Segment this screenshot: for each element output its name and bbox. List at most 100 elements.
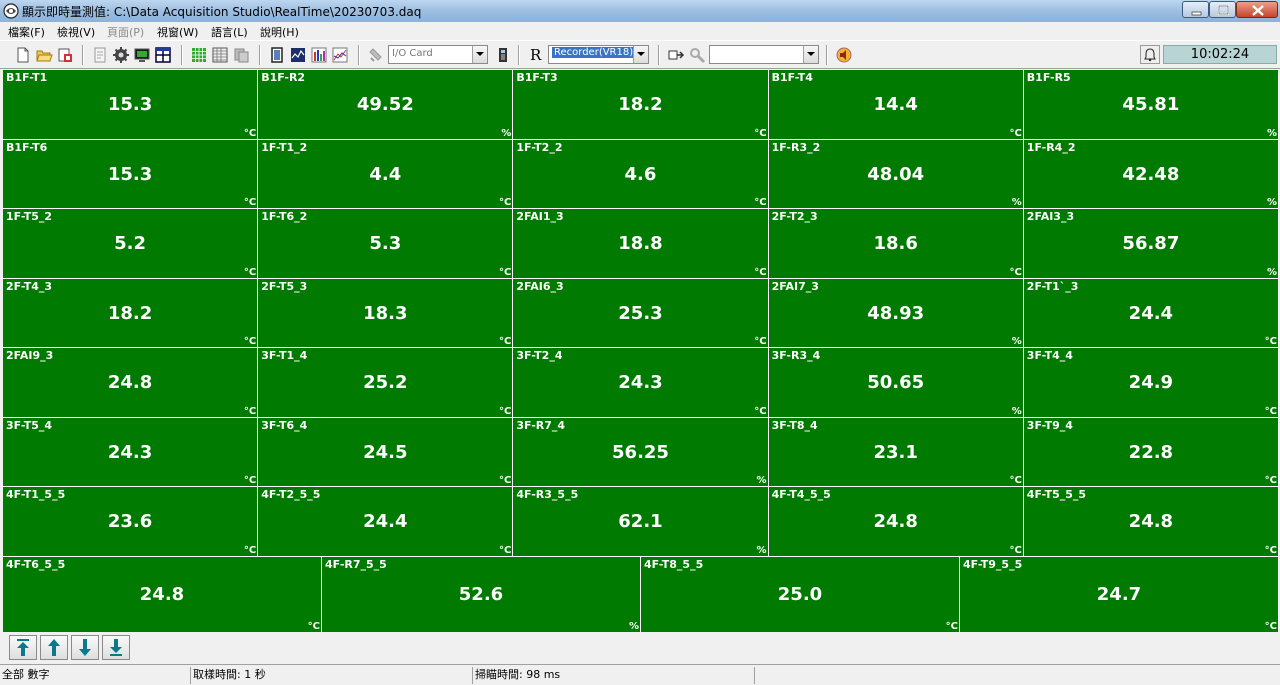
channel-tile[interactable]: 3F-T8_4 23.1 °C <box>768 417 1023 486</box>
recorder-select[interactable]: Recorder(VR18) <box>548 45 649 64</box>
trend-chart-icon[interactable] <box>289 46 307 64</box>
status-empty-panel <box>754 667 1280 684</box>
channel-tile[interactable]: 2F-T1`_3 24.4 °C <box>1023 278 1278 347</box>
next-page-button[interactable] <box>71 635 99 660</box>
channel-value: 24.7 <box>1096 583 1142 605</box>
channel-value: 18.2 <box>107 302 153 324</box>
channel-unit: °C <box>1264 621 1277 632</box>
channel-tile[interactable]: 1F-R4_2 42.48% <box>1023 139 1278 208</box>
bar-graph-icon[interactable] <box>310 46 328 64</box>
channel-tile[interactable]: 2F-T5_3 18.3 °C <box>258 278 513 347</box>
channel-unit: °C <box>754 197 767 208</box>
channel-name: B1F-T4 <box>771 71 813 84</box>
channel-select[interactable] <box>709 45 819 64</box>
device-icon[interactable] <box>494 46 512 64</box>
channel-tile[interactable]: 3F-T5_4 24.3 °C <box>3 417 258 486</box>
channel-tile[interactable]: 2F-T4_3 18.2 °C <box>3 278 258 347</box>
channel-tile[interactable]: B1F-T1 15.3 °C <box>3 70 258 139</box>
channel-tile[interactable]: 4F-T1_5_5 23.6 °C <box>3 487 258 556</box>
channel-value: 14.4 <box>873 94 918 115</box>
list-view-icon[interactable] <box>211 46 229 64</box>
channel-tile[interactable]: 1F-T6_2 5.3 °C <box>258 209 513 278</box>
channel-tile[interactable]: 2FAI7_3 48.93% <box>768 278 1023 347</box>
channel-value: 15.3 <box>107 163 153 185</box>
channel-unit: °C <box>499 266 512 278</box>
menu-file[interactable]: 檔案(F) <box>8 24 45 40</box>
channel-tile[interactable]: 3F-T2_4 24.3 °C <box>513 348 768 417</box>
open-folder-icon[interactable] <box>35 46 53 64</box>
maximize-button[interactable] <box>1209 1 1236 18</box>
channel-tile[interactable]: 2FAI3_3 56.87% <box>1023 209 1278 278</box>
menu-page[interactable]: 頁面(P) <box>107 24 144 40</box>
channel-name: 3F-T6_4 <box>261 418 308 432</box>
channel-tile[interactable]: B1F-T6 15.3 °C <box>3 139 258 208</box>
menu-language[interactable]: 語言(L) <box>211 24 248 40</box>
io-card-icon[interactable] <box>367 46 385 64</box>
table-layout-icon[interactable] <box>154 46 172 64</box>
channel-unit: °C <box>1009 544 1022 556</box>
channel-tile[interactable]: 2F-T2_3 18.6 °C <box>768 209 1023 278</box>
channel-value: 18.2 <box>618 94 663 115</box>
channel-tile[interactable]: 4F-T8_5_5 25.0 °C <box>641 556 959 632</box>
channel-tile[interactable]: 4F-T6_5_5 24.8 °C <box>3 556 321 632</box>
xy-graph-icon[interactable] <box>331 46 349 64</box>
channel-tile[interactable]: 4F-T9_5_5 24.7 °C <box>960 556 1278 632</box>
channel-tile[interactable]: B1F-T3 18.2 °C <box>513 70 768 139</box>
channel-tile[interactable]: 3F-T9_4 22.8 °C <box>1023 417 1278 486</box>
channel-tile[interactable]: 2FAI9_3 24.8 °C <box>3 348 258 417</box>
settings-gear-icon[interactable] <box>112 46 130 64</box>
prev-page-button[interactable] <box>40 635 68 660</box>
chevron-down-icon[interactable] <box>472 46 487 63</box>
channel-tile[interactable]: 3F-T4_4 24.9 °C <box>1023 348 1278 417</box>
audio-alarm-icon[interactable] <box>835 46 853 64</box>
channel-tile[interactable]: 1F-T5_2 5.2 °C <box>3 209 258 278</box>
channel-tile[interactable]: 2FAI6_3 25.3 °C <box>513 278 768 347</box>
channel-tile[interactable]: 4F-T4_5_5 24.8 °C <box>768 487 1023 556</box>
channel-unit: °C <box>1264 405 1277 417</box>
channel-unit: °C <box>243 197 257 208</box>
channel-tile[interactable]: 3F-R7_4 56.25% <box>513 417 768 486</box>
channel-value: 56.87 <box>1122 233 1180 254</box>
menu-window[interactable]: 視窗(W) <box>157 24 198 40</box>
channel-tile[interactable]: 3F-R3_4 50.65% <box>768 348 1023 417</box>
channel-tile[interactable]: 3F-T1_4 25.2 °C <box>258 348 513 417</box>
io-card-select[interactable]: I/O Card <box>388 45 488 64</box>
close-button[interactable] <box>1236 1 1278 18</box>
new-file-icon[interactable] <box>14 46 32 64</box>
channel-tile[interactable]: 1F-T1_2 4.4 °C <box>258 139 513 208</box>
panel-icon[interactable] <box>268 46 286 64</box>
channel-name: 2FAI9_3 <box>6 349 54 362</box>
minimize-button[interactable] <box>1182 1 1209 18</box>
channel-value: 50.65 <box>867 372 925 393</box>
minimize-icon <box>1191 11 1202 16</box>
copy-icon[interactable] <box>232 46 250 64</box>
first-page-button[interactable] <box>9 635 37 660</box>
monitor-icon[interactable] <box>133 46 151 64</box>
channel-unit: °C <box>243 266 257 278</box>
channel-tile[interactable]: 4F-R3_5_5 62.1% <box>513 487 768 556</box>
title-bar[interactable]: 顯示即時量測值: C:\Data Acquisition Studio\Real… <box>0 0 1280 23</box>
channel-tile[interactable]: B1F-R2 49.52% <box>258 70 513 139</box>
chevron-down-icon[interactable] <box>633 46 648 63</box>
last-page-button[interactable] <box>102 635 130 660</box>
report-icon[interactable] <box>56 46 74 64</box>
channel-tile[interactable]: 3F-T6_4 24.5 °C <box>258 417 513 486</box>
channel-tile[interactable]: 1F-T2_2 4.6 °C <box>513 139 768 208</box>
chevron-down-icon[interactable] <box>803 46 818 63</box>
channel-tile[interactable]: 1F-R3_2 48.04% <box>768 139 1023 208</box>
channel-tile[interactable]: 2FAI1_3 18.8 °C <box>513 209 768 278</box>
menu-view[interactable]: 檢視(V) <box>57 24 95 40</box>
connect-icon[interactable] <box>667 46 685 64</box>
page-setup-icon[interactable] <box>91 46 109 64</box>
grid-view-icon[interactable] <box>190 46 208 64</box>
tools-icon[interactable] <box>688 46 706 64</box>
channel-tile[interactable]: B1F-R5 45.81% <box>1023 70 1278 139</box>
channel-tile[interactable]: 4F-R7_5_5 52.6% <box>322 556 640 632</box>
status-sampling-time: 取樣時間: 1 秒 <box>190 667 472 684</box>
alarm-bell-button[interactable] <box>1140 45 1160 64</box>
channel-tile[interactable]: 4F-T2_5_5 24.4 °C <box>258 487 513 556</box>
channel-tile[interactable]: B1F-T4 14.4 °C <box>768 70 1023 139</box>
menu-help[interactable]: 說明(H) <box>260 24 299 40</box>
channel-name: 1F-T6_2 <box>261 210 308 223</box>
channel-tile[interactable]: 4F-T5_5_5 24.8 °C <box>1023 487 1278 556</box>
